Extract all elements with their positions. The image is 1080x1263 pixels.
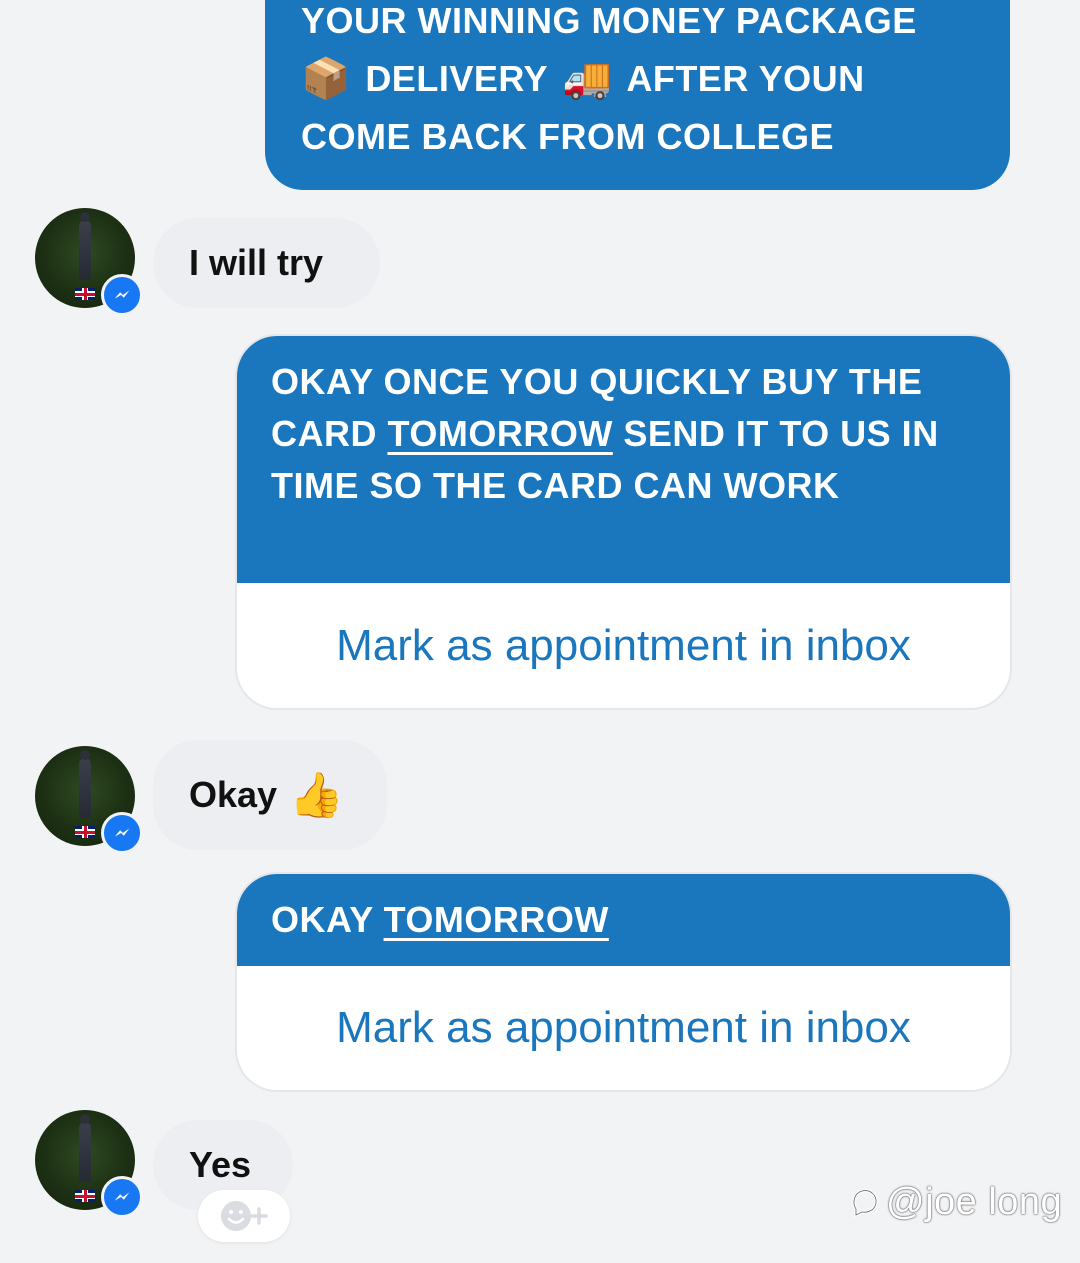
mark-appointment-button[interactable]: Mark as appointment in inbox (237, 583, 1010, 708)
watermark: @joe long (848, 1174, 1062, 1230)
message-1-line-2-text-a: DELIVERY (365, 58, 549, 99)
sender-avatar[interactable] (35, 1110, 143, 1218)
uk-flag-icon (75, 288, 95, 300)
messenger-icon (101, 274, 143, 316)
incoming-message-4[interactable]: Okay 👍 (153, 740, 387, 850)
message-1-line-3: COME BACK FROM COLLEGE (301, 116, 834, 157)
outgoing-message-5[interactable]: OKAY TOMORROW Mark as appointment in inb… (237, 874, 1010, 1090)
profile-figure (79, 212, 91, 280)
message-1-line-2-text-b: AFTER YOUN (626, 58, 865, 99)
social-logo-icon (852, 1189, 878, 1218)
message-6-text: Yes (189, 1144, 252, 1185)
profile-figure (79, 750, 91, 818)
message-3-text: OKAY ONCE YOU QUICKLY BUY THE CARD TOMOR… (237, 336, 1010, 583)
outgoing-message-1[interactable]: YOUR WINNING MONEY PACKAGE 📦 DELIVERY 🚚 … (265, 0, 1010, 190)
uk-flag-icon (75, 826, 95, 838)
message-5-part-1: OKAY (271, 899, 384, 940)
message-2-text: I will try (189, 242, 324, 283)
messenger-icon (101, 1176, 143, 1218)
sender-avatar[interactable] (35, 746, 143, 854)
delivery-truck-emoji-icon: 🚚 (562, 57, 613, 101)
outgoing-message-3[interactable]: OKAY ONCE YOU QUICKLY BUY THE CARD TOMOR… (237, 336, 1010, 708)
mark-appointment-button[interactable]: Mark as appointment in inbox (237, 966, 1010, 1090)
sender-avatar[interactable] (35, 208, 143, 316)
add-reaction-button[interactable] (198, 1190, 290, 1242)
message-5-date-link[interactable]: TOMORROW (384, 899, 609, 940)
message-3-date-link[interactable]: TOMORROW (388, 413, 613, 454)
message-4-text: Okay (189, 774, 278, 815)
incoming-message-2[interactable]: I will try (153, 218, 380, 308)
package-emoji-icon: 📦 (301, 57, 352, 101)
message-1-line-2: 📦 DELIVERY 🚚 AFTER YOUN (301, 50, 1010, 108)
messenger-icon (101, 812, 143, 854)
watermark-text: @joe long (886, 1180, 1063, 1223)
message-5-text: OKAY TOMORROW (237, 874, 1010, 966)
add-reaction-icon (221, 1201, 268, 1231)
uk-flag-icon (75, 1190, 95, 1202)
profile-figure (79, 1114, 91, 1182)
thumbs-up-emoji-icon: 👍 (289, 771, 344, 820)
message-1-line-1: YOUR WINNING MONEY PACKAGE (301, 0, 917, 41)
